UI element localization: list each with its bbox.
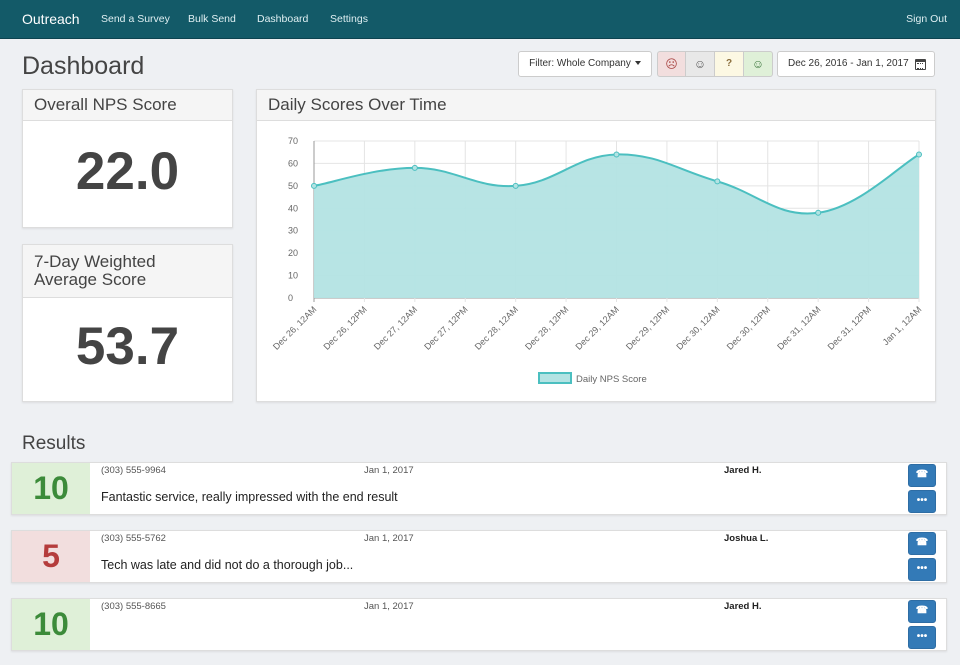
nav-bulk-send[interactable]: Bulk Send	[188, 13, 236, 25]
unknown-filter-button[interactable]: ?	[715, 51, 744, 77]
more-options-button[interactable]: •••	[908, 490, 936, 513]
data-point	[714, 178, 721, 185]
result-date: Jan 1, 2017	[364, 533, 414, 544]
x-tick-label: Dec 26, 12PM	[321, 304, 368, 351]
daily-scores-panel: Daily Scores Over Time 0 10 20 30 40 50 60 70 De…	[256, 89, 936, 402]
data-point	[411, 164, 418, 171]
ellipsis-icon: •••	[916, 563, 928, 574]
results-title: Results	[22, 433, 86, 454]
more-options-button[interactable]: •••	[908, 558, 936, 581]
brand-link[interactable]: Outreach	[22, 11, 80, 27]
x-tick-label: Dec 27, 12PM	[422, 304, 469, 351]
result-date: Jan 1, 2017	[364, 465, 414, 476]
y-tick-label: 40	[288, 203, 298, 213]
x-tick-label: Dec 31, 12PM	[826, 304, 873, 351]
company-filter-dropdown[interactable]: Filter: Whole Company	[518, 51, 652, 77]
result-score: 10	[12, 463, 90, 514]
y-tick-label: 10	[288, 271, 298, 281]
x-tick-label: Dec 26, 12AM	[271, 304, 318, 351]
y-tick-label: 30	[288, 226, 298, 236]
x-tick-label: Dec 31, 12AM	[775, 304, 822, 351]
caret-down-icon	[634, 61, 641, 66]
x-tick-label: Dec 28, 12AM	[473, 304, 520, 351]
x-tick-label: Dec 27, 12AM	[372, 304, 419, 351]
nav-dashboard[interactable]: Dashboard	[257, 13, 308, 25]
result-comment: Fantastic service, really impressed with…	[101, 490, 398, 504]
nav-settings[interactable]: Settings	[330, 13, 368, 25]
overall-nps-title: Overall NPS Score	[23, 90, 232, 121]
result-score: 10	[12, 599, 90, 650]
result-row: 10 (303) 555-9964 Jan 1, 2017 Jared H. F…	[11, 462, 947, 515]
y-tick-label: 60	[288, 158, 298, 168]
result-row: 5 (303) 555-5762 Jan 1, 2017 Joshua L. T…	[11, 530, 947, 583]
x-tick-label: Dec 28, 12PM	[523, 304, 570, 351]
data-point	[311, 182, 317, 189]
weighted-average-title: 7-Day Weighted Average Score	[23, 245, 232, 298]
ellipsis-icon: •••	[916, 631, 928, 642]
data-point	[613, 151, 620, 158]
result-row: 10 (303) 555-8665 Jan 1, 2017 Jared H. ☎…	[11, 598, 947, 651]
phone-icon: ☎	[915, 537, 929, 548]
series-area	[314, 154, 919, 298]
data-point	[512, 182, 519, 189]
x-tick-label: Dec 29, 12AM	[574, 304, 621, 351]
detractor-filter-button[interactable]: ☹	[657, 51, 686, 77]
sign-out-link[interactable]: Sign Out	[906, 13, 947, 25]
weighted-average-value: 53.7	[75, 317, 180, 376]
nav-send-survey[interactable]: Send a Survey	[101, 13, 170, 25]
weighted-average-panel: 7-Day Weighted Average Score 53.7	[22, 244, 233, 402]
daily-scores-title: Daily Scores Over Time	[257, 90, 935, 121]
company-filter-label: Filter: Whole Company	[529, 58, 631, 69]
y-tick-label: 50	[288, 181, 298, 191]
calendar-icon	[915, 59, 926, 70]
result-name: Jared H.	[724, 601, 762, 612]
y-tick-label: 0	[288, 293, 293, 303]
result-phone: (303) 555-8665	[101, 601, 166, 612]
daily-scores-chart: 010203040506070Dec 26, 12AM Dec 26, 12PM D…	[271, 136, 924, 385]
ellipsis-icon: •••	[916, 495, 928, 506]
x-tick-label: Jan 1, 12AM	[881, 304, 924, 347]
x-tick-label: Dec 30, 12AM	[674, 304, 721, 351]
call-button[interactable]: ☎	[908, 532, 936, 555]
result-score: 5	[12, 531, 90, 582]
date-range-picker[interactable]: Dec 26, 2016 - Jan 1, 2017	[777, 51, 935, 77]
y-tick-label: 70	[288, 136, 298, 146]
result-phone: (303) 555-9964	[101, 465, 166, 476]
result-name: Joshua L.	[724, 533, 769, 544]
legend-swatch	[538, 372, 572, 384]
passive-filter-button[interactable]: ☺	[686, 51, 715, 77]
x-tick-label: Dec 29, 12PM	[624, 304, 671, 351]
more-options-button[interactable]: •••	[908, 626, 936, 649]
data-point	[916, 151, 922, 158]
date-range-label: Dec 26, 2016 - Jan 1, 2017	[788, 58, 909, 69]
phone-icon: ☎	[915, 469, 929, 480]
overall-nps-panel: Overall NPS Score 22.0	[22, 89, 233, 228]
promoter-filter-button[interactable]: ☺	[744, 51, 773, 77]
result-name: Jared H.	[724, 465, 762, 476]
y-tick-label: 20	[288, 248, 298, 258]
overall-nps-value: 22.0	[75, 142, 180, 201]
legend-label: Daily NPS Score	[576, 374, 647, 385]
page-title: Dashboard	[22, 52, 145, 80]
result-date: Jan 1, 2017	[364, 601, 414, 612]
result-comment: Tech was late and did not do a thorough …	[101, 558, 354, 572]
result-phone: (303) 555-5762	[101, 533, 166, 544]
call-button[interactable]: ☎	[908, 600, 936, 623]
call-button[interactable]: ☎	[908, 464, 936, 487]
top-navbar: Outreach Send a Survey Bulk Send Dashboa…	[0, 0, 960, 39]
x-tick-label: Dec 30, 12PM	[725, 304, 772, 351]
data-point	[815, 209, 822, 216]
phone-icon: ☎	[915, 605, 929, 616]
